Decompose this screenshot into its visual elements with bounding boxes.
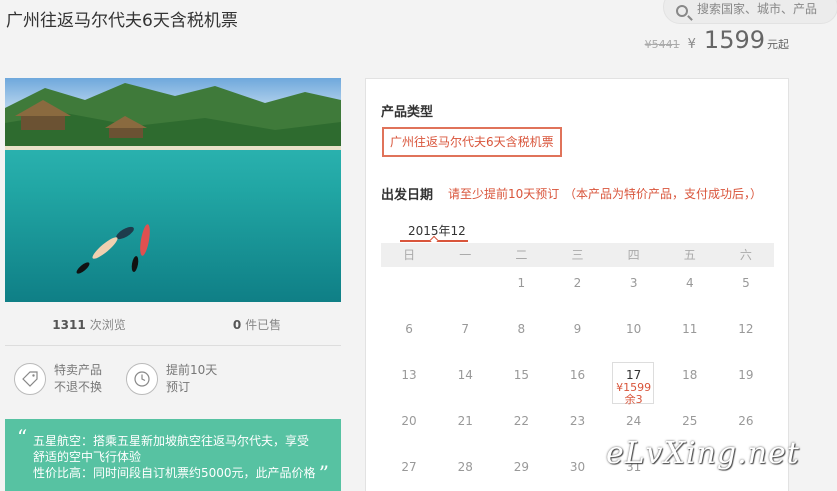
calendar-day: 20 [401,414,417,428]
product-page: 广州往返马尔代夫6天含税机票 ¥5441 ¥ 1599 元起 [0,0,837,491]
calendar-day: 9 [573,322,582,336]
feature-advance-booking: 提前10天 预订 [126,362,217,396]
tag-icon [14,363,46,395]
calendar-day: 22 [513,414,529,428]
search-box[interactable] [663,0,837,24]
calendar-day: 13 [401,368,417,382]
promo-line1: 五星航空：搭乘五星新加坡航空往返马尔代夫，享受 [33,434,310,448]
booking-panel: 产品类型 广州往返马尔代夫6天含税机票 出发日期 请至少提前10天预订 （本产品… [365,78,789,491]
calendar-week: 1 2 3 4 5 [381,267,774,313]
calendar-day: 19 [738,368,754,382]
sold-count: 0 [232,318,242,332]
quote-close-icon: ” [318,461,329,485]
special-note: （本产品为特价产品，支付成功后，） [564,187,763,201]
weekday: 二 [515,248,528,262]
weekday: 四 [627,248,640,262]
calendar-day: 29 [513,460,529,474]
product-type-option[interactable]: 广州往返马尔代夫6天含税机票 [382,127,562,157]
calendar-day: 10 [625,322,642,336]
calendar-day: 12 [738,322,754,336]
price-row: ¥5441 ¥ 1599 元起 [645,26,789,54]
weekday: 一 [459,248,472,262]
feature-line2: 预订 [166,380,191,394]
watermark: eLvXing.net [606,436,800,471]
sold-stat: 0 件已售 [173,316,341,333]
calendar-week: 6 7 8 9 10 11 12 [381,313,774,359]
calendar-week: 13 14 15 16 17 ¥1599 余3 18 19 [381,359,774,406]
price-unit: 元起 [767,38,789,51]
calendar-day [437,267,493,313]
views-stat: 1311 次浏览 [5,316,173,333]
calendar-day [381,267,437,313]
calendar-day: 4 [685,276,694,290]
calendar-day-available[interactable]: 17 ¥1599 余3 [606,359,662,406]
calendar-day: 15 [513,368,529,382]
calendar-day: 30 [569,460,586,474]
day-number: 17 [625,368,642,382]
sold-label: 件已售 [245,318,282,332]
calendar-day: 16 [569,368,586,382]
currency-symbol: ¥ [687,37,696,52]
search-input[interactable] [697,0,832,18]
original-price: ¥5441 [644,38,680,51]
views-label: 次浏览 [89,318,126,332]
search-icon[interactable] [676,5,688,17]
weekday: 三 [571,248,584,262]
promo-box: “ 五星航空：搭乘五星新加坡航空往返马尔代夫，享受 舒适的空中飞行体验 性价比高… [5,419,341,491]
feature-line1: 提前10天 [166,363,218,377]
weekday: 五 [683,248,696,262]
calendar-day: 18 [682,368,698,382]
calendar-day: 23 [569,414,586,428]
product-photo [5,78,341,302]
calendar-day: 5 [742,276,750,290]
promo-line3: 性价比高：同时间段自订机票约5000元，此产品价格 [33,466,316,480]
depart-date-label: 出发日期 [381,188,434,203]
divider [5,345,341,346]
month-tab[interactable]: 2015年12 [408,222,466,239]
clock-icon [126,363,158,395]
weekday-header: 日 一 二 三 四 五 六 [381,243,774,267]
calendar-day: 11 [682,322,698,336]
feature-line2: 不退不换 [54,380,103,394]
calendar-day: 1 [517,276,526,290]
weekday: 六 [739,248,752,262]
calendar-day: 28 [457,460,473,474]
weekday: 日 [403,248,416,262]
quote-open-icon: “ [17,425,28,449]
advance-note: 请至少提前10天预订 [448,187,560,201]
calendar-day: 2 [573,276,582,290]
calendar-day: 6 [405,322,413,336]
calendar-day: 7 [461,322,470,336]
promo-line2: 舒适的空中飞行体验 [33,450,142,464]
calendar-day: 14 [457,368,473,382]
calendar-day: 8 [517,322,526,336]
feature-line1: 特卖产品 [54,363,103,377]
calendar-day: 27 [401,460,417,474]
feature-special-sale: 特卖产品 不退不换 [14,362,102,396]
page-title: 广州往返马尔代夫6天含税机票 [6,11,238,31]
calendar-day: 21 [457,414,473,428]
stats-row: 1311 次浏览 0 件已售 [5,316,341,333]
current-price: 1599 [703,26,765,54]
product-type-label: 产品类型 [381,105,434,120]
calendar-day: 3 [629,276,638,290]
views-count: 1311 [52,318,86,332]
